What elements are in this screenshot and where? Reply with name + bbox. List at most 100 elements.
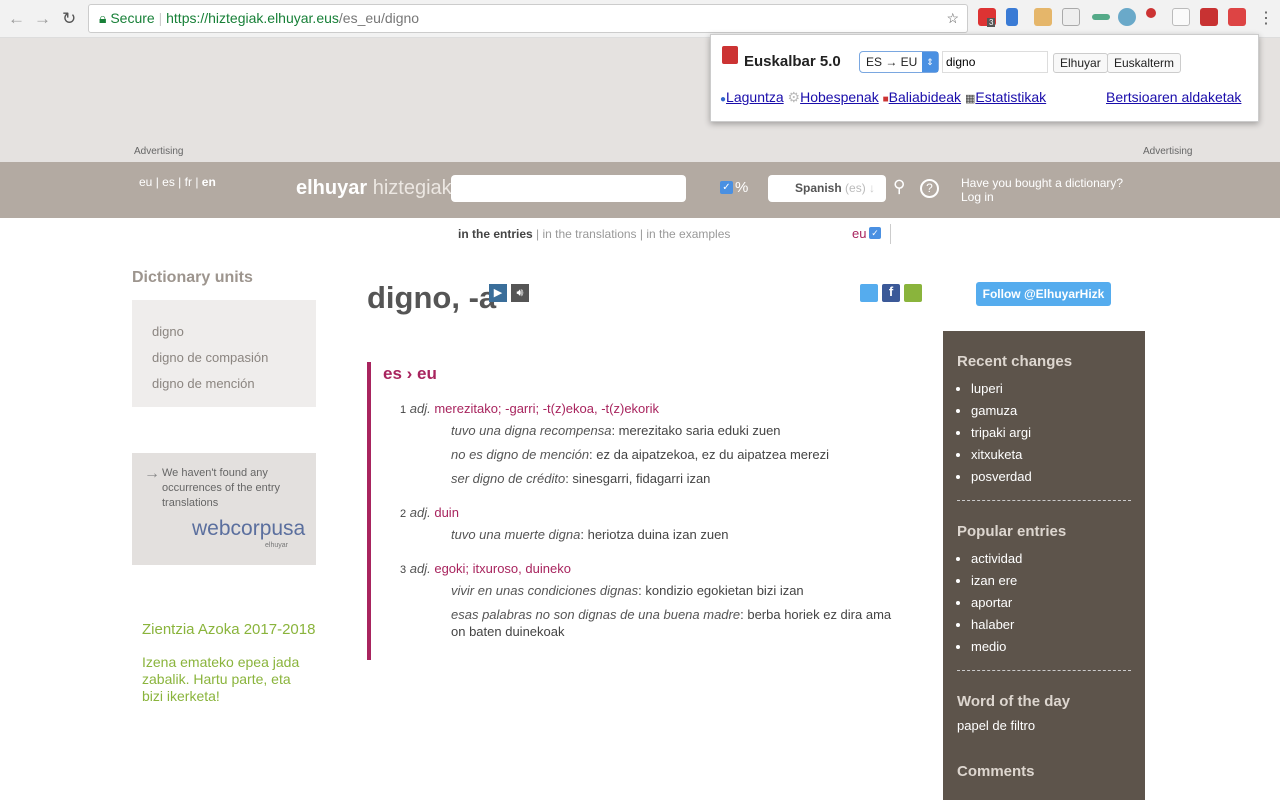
extension-icon[interactable]: [1146, 8, 1156, 18]
extension-badge: 3: [987, 18, 996, 27]
select-arrows-icon: ⇕: [922, 52, 938, 72]
scope-entries[interactable]: in the entries: [458, 227, 533, 241]
dictionary-units-title: Dictionary units: [132, 269, 253, 286]
reload-icon[interactable]: ↻: [62, 9, 76, 29]
extension-icon[interactable]: [1200, 8, 1218, 26]
note-icon[interactable]: [904, 284, 922, 302]
sense: 3 adj. egoki; itxuroso, duineko vivir en …: [400, 561, 900, 640]
example-source: tuvo una digna recompensa: [451, 423, 612, 438]
search-icon[interactable]: ⚲: [893, 177, 905, 197]
dictionary-units-list: digno digno de compasión digno de menció…: [132, 300, 316, 407]
twitter-icon[interactable]: [860, 284, 878, 302]
audio-icon[interactable]: 🔊︎: [511, 284, 529, 302]
example-source: vivir en unas condiciones dignas: [451, 583, 639, 598]
word-of-day[interactable]: papel de filtro: [957, 718, 1145, 733]
hobespenak-link[interactable]: Hobespenak: [800, 89, 879, 105]
extension-icon[interactable]: [1172, 8, 1190, 26]
bookmark-star-icon[interactable]: ☆: [946, 5, 959, 32]
unit-link[interactable]: digno de mención: [152, 371, 316, 397]
popular-entries-list: actividadizan ereaportarhalabermedio: [943, 548, 1145, 658]
estatistikak-link[interactable]: Estatistikak: [975, 89, 1046, 105]
play-icon[interactable]: ▶: [489, 284, 507, 302]
laguntza-link[interactable]: Laguntza: [726, 89, 784, 105]
extension-icon[interactable]: [1062, 8, 1080, 26]
lang-eu[interactable]: eu: [139, 175, 152, 189]
fuzzy-label: %: [735, 179, 749, 196]
fuzzy-checkbox[interactable]: ✓: [720, 181, 733, 194]
popular-item[interactable]: izan ere: [971, 570, 1145, 592]
eu-checkbox[interactable]: ✓: [869, 227, 881, 239]
menu-icon[interactable]: ⋮: [1258, 8, 1274, 28]
extension-icon[interactable]: [1092, 14, 1110, 20]
popular-item[interactable]: halaber: [971, 614, 1145, 636]
recent-item[interactable]: xitxuketa: [971, 444, 1145, 466]
webcorpus-sub: elhuyar: [265, 542, 288, 549]
euskalbar-extension-icon[interactable]: [1228, 8, 1246, 26]
euskalterm-button[interactable]: Euskalterm: [1107, 53, 1182, 73]
lock-icon: 🔒︎: [99, 10, 107, 26]
facebook-icon[interactable]: f: [882, 284, 900, 302]
url-path: /es_eu/digno: [338, 10, 420, 26]
site-header: eu | es | fr | en elhuyar hiztegiak ✓ % …: [0, 162, 1280, 218]
translation[interactable]: duin: [434, 505, 459, 520]
divider: [957, 670, 1131, 671]
example-source: no es digno de mención: [451, 447, 590, 462]
elhuyar-button[interactable]: Elhuyar: [1053, 53, 1108, 73]
direction-select[interactable]: ES → EU ⇕: [859, 51, 939, 73]
baliabideak-link[interactable]: Baliabideak: [889, 89, 961, 105]
divider: [957, 500, 1131, 501]
recent-changes-title: Recent changes: [957, 353, 1073, 370]
logo-bold: elhuyar: [296, 177, 368, 199]
lang-es[interactable]: es: [162, 175, 175, 189]
promo-text: Izena emateko epea jada zabalik. Hartu p…: [142, 654, 300, 704]
example-source: tuvo una muerte digna: [451, 527, 581, 542]
popup-search-input[interactable]: [942, 51, 1048, 73]
recent-item[interactable]: posverdad: [971, 466, 1145, 488]
dictionary-search-input[interactable]: [451, 175, 686, 202]
promo-title[interactable]: Zientzia Azoka 2017-2018: [142, 621, 315, 638]
unit-link[interactable]: digno: [152, 319, 316, 345]
popular-item[interactable]: actividad: [971, 548, 1145, 570]
right-sidebar: Recent changes luperigamuzatripaki argix…: [943, 331, 1145, 800]
popular-item[interactable]: aportar: [971, 592, 1145, 614]
recent-item[interactable]: tripaki argi: [971, 422, 1145, 444]
language-select[interactable]: Spanish (es) ↓: [768, 175, 886, 202]
popular-entries-title: Popular entries: [957, 523, 1067, 540]
back-icon[interactable]: ←: [8, 9, 25, 29]
site-logo[interactable]: elhuyar hiztegiak: [296, 177, 452, 200]
example-translation: : merezitako saria eduki zuen: [611, 423, 781, 438]
extension-icon[interactable]: 3: [978, 8, 996, 27]
recent-item[interactable]: luperi: [971, 378, 1145, 400]
sense-number: 1: [400, 404, 407, 416]
lang-fr[interactable]: fr: [185, 175, 192, 189]
help-icon[interactable]: ?: [920, 179, 939, 198]
recent-item[interactable]: gamuza: [971, 400, 1145, 422]
popular-item[interactable]: medio: [971, 636, 1145, 658]
translation-block: [367, 362, 371, 660]
login-link[interactable]: Log in: [961, 190, 1123, 204]
extension-icon[interactable]: [1006, 8, 1018, 26]
senses: 1 adj. merezitako; -garri; -t(z)ekoa, -t…: [400, 401, 900, 658]
arrow-right-icon: →: [144, 465, 160, 482]
extension-icon[interactable]: [1118, 8, 1136, 26]
translation[interactable]: egoki; itxuroso, duineko: [434, 561, 571, 576]
unit-link[interactable]: digno de compasión: [152, 345, 316, 371]
table-icon: ▦: [964, 93, 976, 105]
sense: 1 adj. merezitako; -garri; -t(z)ekoa, -t…: [400, 401, 900, 487]
example-translation: : sinesgarri, fidagarri izan: [565, 471, 711, 486]
forward-icon[interactable]: →: [34, 9, 51, 29]
address-bar[interactable]: 🔒︎ Secure | https://hiztegiak.elhuyar.eu…: [88, 4, 968, 33]
scope-translations[interactable]: in the translations: [542, 227, 636, 241]
bertsioaren-aldaketak-link[interactable]: Bertsioaren aldaketak: [1106, 89, 1241, 105]
euskalbar-popup: Euskalbar 5.0 ES → EU ⇕ Elhuyar Euskalter…: [710, 34, 1259, 122]
translation[interactable]: merezitako; -garri; -t(z)ekoa, -t(z)ekor…: [434, 401, 659, 416]
popup-title: Euskalbar 5.0: [744, 53, 841, 70]
part-of-speech: adj.: [409, 561, 431, 576]
webcorpus-box[interactable]: → We haven't found any occurrences of th…: [132, 453, 316, 565]
lang-en[interactable]: en: [202, 175, 216, 189]
extension-icon[interactable]: [1034, 8, 1052, 26]
buy-dictionary-link[interactable]: Have you bought a dictionary?: [961, 176, 1123, 190]
example-translation: : kondizio egokietan bizi izan: [638, 583, 804, 598]
scope-examples[interactable]: in the examples: [646, 227, 730, 241]
twitter-follow-button[interactable]: Follow @ElhuyarHizk: [976, 282, 1111, 306]
